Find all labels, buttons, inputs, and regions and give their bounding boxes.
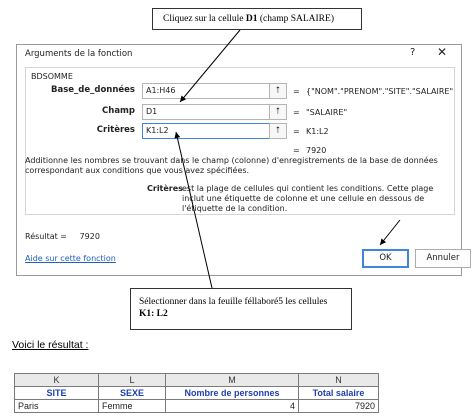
column-letter[interactable]: N	[298, 373, 379, 387]
callout-text-bold: D1	[245, 14, 258, 24]
arg-label-criteria: Critères	[96, 125, 135, 135]
callout-line1: Sélectionner dans la feuille féllaboré5 …	[139, 297, 328, 307]
column-letter[interactable]: L	[98, 373, 166, 387]
arg-result-field: "SALAIRE"	[306, 108, 348, 117]
help-icon[interactable]: ?	[410, 47, 415, 58]
cancel-button[interactable]: Annuler	[415, 249, 471, 268]
dialog-title: Arguments de la fonction	[25, 49, 133, 59]
callout-instruction-d1: Cliquez sur la cellule D1 (champ SALAIRE…	[152, 8, 362, 30]
column-letter[interactable]: K	[14, 373, 99, 387]
function-arguments-dialog: Arguments de la fonction ? ✕ BDSOMME Bas…	[16, 44, 471, 276]
function-name: BDSOMME	[29, 72, 75, 81]
ok-button[interactable]: OK	[362, 249, 409, 268]
result-table: K L M N SITE SEXE Nombre de personnes To…	[14, 373, 379, 413]
table-row: Paris Femme 4 7920	[14, 399, 379, 413]
collapse-ref-icon[interactable]: ⭡	[269, 123, 287, 139]
result-preview: 7920	[306, 146, 327, 155]
close-icon[interactable]: ✕	[437, 45, 447, 59]
callout-line2: K1: L2	[139, 309, 168, 319]
arg-label-database: Base_de_données	[50, 85, 135, 95]
result-label: Résultat =	[25, 232, 68, 241]
arg-eq-criteria: =	[293, 127, 300, 136]
help-link[interactable]: Aide sur cette fonction	[25, 254, 116, 263]
column-letter[interactable]: M	[165, 373, 299, 387]
data-cell[interactable]: Femme	[98, 399, 166, 413]
field-input[interactable]: D1	[142, 104, 270, 120]
database-input[interactable]: A1:H46	[142, 83, 270, 99]
result-preview-eq: =	[293, 146, 300, 155]
callout-text-post: (champ SALAIRE)	[257, 14, 334, 24]
header-cell[interactable]: SEXE	[98, 386, 166, 400]
arg-result-criteria: K1:L2	[306, 127, 329, 136]
function-description: Additionne les nombres se trouvant dans …	[25, 156, 438, 175]
arg-description-label: Critères	[147, 184, 183, 193]
arg-eq-database: =	[293, 87, 300, 96]
arg-description: est la plage de cellules qui contient le…	[182, 184, 434, 213]
column-header-row: K L M N	[14, 373, 379, 387]
header-cell[interactable]: Total salaire	[298, 386, 379, 400]
result-value: 7920	[79, 232, 100, 241]
collapse-ref-icon[interactable]: ⭡	[269, 83, 287, 99]
result-heading: Voici le résultat :	[12, 339, 89, 351]
callout-text-pre: Cliquez sur la cellule	[163, 14, 246, 24]
formula-result: Résultat = 7920	[25, 232, 100, 241]
header-cell[interactable]: SITE	[14, 386, 99, 400]
data-cell[interactable]: 7920	[298, 399, 379, 413]
collapse-ref-icon[interactable]: ⭡	[269, 104, 287, 120]
criteria-input[interactable]: K1:L2	[142, 123, 270, 139]
arg-label-field: Champ	[102, 106, 135, 116]
arg-eq-field: =	[293, 108, 300, 117]
data-cell[interactable]: 4	[165, 399, 299, 413]
callout-instruction-criteria: Sélectionner dans la feuille féllaboré5 …	[130, 288, 352, 330]
table-header-row: SITE SEXE Nombre de personnes Total sala…	[14, 386, 379, 400]
data-cell[interactable]: Paris	[14, 399, 99, 413]
header-cell[interactable]: Nombre de personnes	[165, 386, 299, 400]
arg-result-database: {"NOM"."PRENOM"."SITE"."SALAIRE"	[306, 87, 454, 96]
